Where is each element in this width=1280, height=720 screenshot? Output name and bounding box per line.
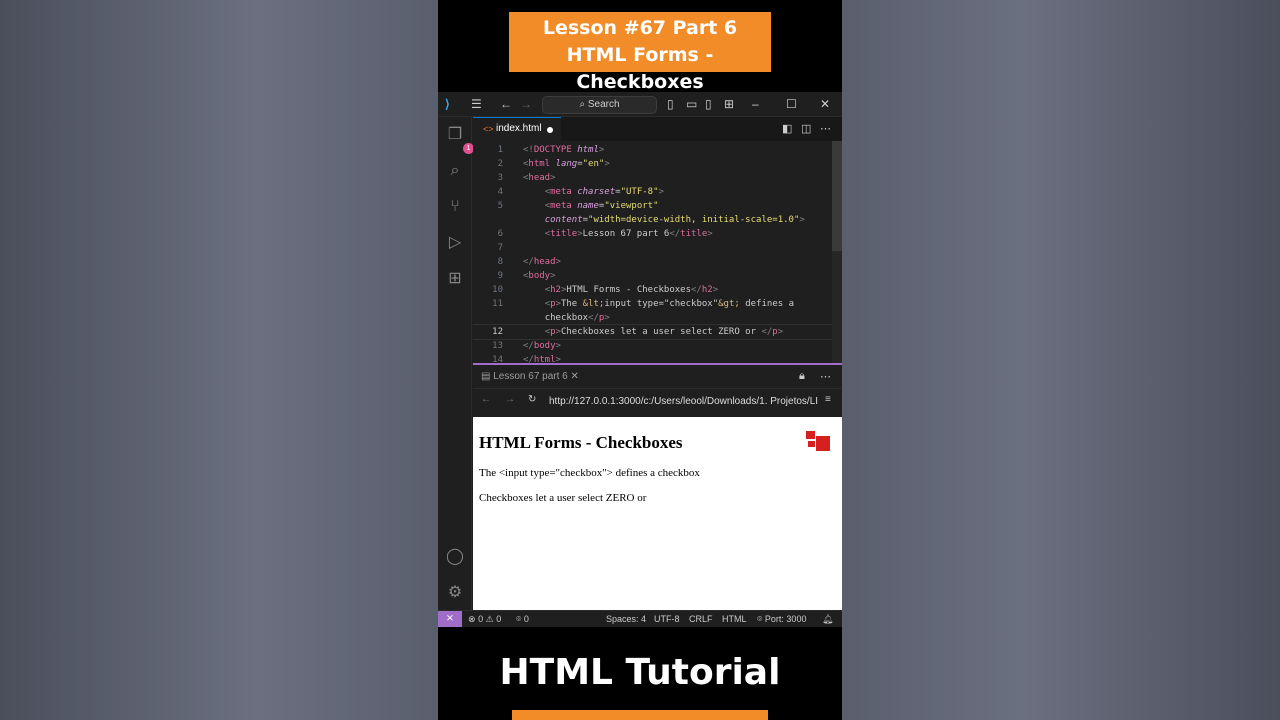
code-line: 4 <meta charset="UTF-8">	[497, 187, 664, 197]
search-label: Search	[587, 99, 620, 110]
back-arrow-icon[interactable]: ←	[481, 394, 491, 405]
preview-page: HTML Forms - Checkboxes The <input type=…	[473, 417, 842, 610]
error-icon: ⊗	[468, 614, 476, 624]
indentation-status[interactable]: Spaces: 4	[606, 611, 646, 627]
code-line: 2 <html lang="en">	[497, 159, 610, 169]
preview-tabs: ▤ Lesson 67 part 6 ✕ 🔒︎ ⋯	[473, 365, 842, 389]
search-icon: ⌕	[579, 99, 586, 110]
lesson-banner: Lesson #67 Part 6 HTML Forms - Checkboxe…	[509, 12, 771, 93]
eol-status[interactable]: CRLF	[689, 611, 713, 627]
layout-panel-icon[interactable]: ▭	[686, 97, 697, 111]
code-line: 13 </body>	[492, 341, 561, 351]
editor-tabs: <> index.html ◧ ◫ ⋯	[473, 117, 842, 141]
customize-layout-icon[interactable]: ⊞	[724, 97, 734, 111]
scroll-thumb[interactable]	[832, 141, 842, 251]
preview-url-bar: ← → ↻ http://127.0.0.1:3000/c:/Users/leo…	[473, 389, 842, 415]
command-center-search[interactable]: ⌕ Search	[542, 96, 657, 114]
editor-scrollbar[interactable]	[832, 141, 842, 363]
more-actions-icon[interactable]: ⋯	[820, 122, 831, 135]
vscode-window: ⟩ ☰ ← → ⌕ Search ▯ ▭ ▯ ⊞ – ☐ ✕ ❐ 1 ⌕ ⑂ ▷…	[438, 92, 842, 627]
bottom-accent-bar	[512, 710, 768, 720]
files-icon[interactable]: ❐ 1	[445, 125, 474, 154]
code-line: 11 <p>The &lt;input type="checkbox"&gt; …	[492, 299, 794, 309]
layout-secondary-icon[interactable]: ▯	[705, 97, 712, 111]
code-line: 3 <head>	[497, 173, 556, 183]
tab-filename: index.html	[496, 123, 542, 134]
live-server-status[interactable]: ⌾ Port: 3000	[757, 611, 806, 627]
browser-tab-icon: ▤	[481, 371, 491, 382]
broadcast-icon: ⌾	[757, 614, 763, 624]
remote-icon[interactable]: ⨯	[438, 611, 462, 627]
split-editor-icon[interactable]: ◫	[801, 122, 811, 135]
title-bar: ⟩ ☰ ← → ⌕ Search ▯ ▭ ▯ ⊞ – ☐ ✕	[438, 92, 842, 117]
code-line: 6 <title>Lesson 67 part 6</title>	[497, 229, 713, 239]
menu-icon[interactable]: ☰	[471, 97, 482, 111]
activity-bar: ❐ 1 ⌕ ⑂ ▷ ⊞ ◯ ⚙	[438, 117, 474, 610]
page-paragraph-2: Checkboxes let a user select ZERO or	[479, 492, 647, 504]
code-line: 8 </head>	[497, 257, 561, 267]
code-line: 7	[497, 243, 503, 253]
tutorial-title: HTML Tutorial	[499, 652, 781, 693]
tab-index-html[interactable]: <> index.html	[473, 117, 561, 141]
code-line-current: 12 <p>Checkboxes let a user select ZERO …	[473, 324, 842, 340]
lock-icon[interactable]: 🔒︎	[799, 370, 805, 383]
vscode-logo-icon: ⟩	[445, 97, 450, 111]
page-paragraph-1: The <input type="checkbox"> defines a ch…	[479, 467, 700, 479]
banner-line-2: HTML Forms - Checkboxes	[566, 44, 714, 93]
account-icon[interactable]: ◯	[445, 547, 465, 567]
back-arrow-icon[interactable]: ←	[500, 97, 512, 111]
maximize-icon[interactable]: ☐	[786, 97, 797, 111]
settings-gear-icon[interactable]: ⚙	[445, 583, 465, 603]
language-status[interactable]: HTML	[722, 611, 747, 627]
forward-arrow-icon[interactable]: →	[520, 97, 532, 111]
source-control-icon[interactable]: ⑂	[445, 197, 465, 217]
code-line: 1 <!DOCTYPE html>	[497, 145, 605, 155]
menu-icon[interactable]: ≡	[825, 394, 831, 405]
more-actions-icon[interactable]: ⋯	[820, 370, 831, 383]
unsaved-dot-icon	[547, 127, 553, 133]
code-editor[interactable]: 1 <!DOCTYPE html> 2 <html lang="en"> 3 <hea…	[473, 141, 842, 363]
code-line: 9 <body>	[497, 271, 556, 281]
forward-arrow-icon[interactable]: →	[505, 394, 515, 405]
search-icon[interactable]: ⌕	[445, 161, 465, 181]
preview-tab-label: Lesson 67 part 6	[493, 371, 568, 382]
live-server-logo-icon	[806, 431, 830, 451]
minimize-icon[interactable]: –	[752, 97, 759, 111]
ports-status[interactable]: ⌾ 0	[516, 611, 529, 627]
encoding-status[interactable]: UTF-8	[654, 611, 680, 627]
page-heading: HTML Forms - Checkboxes	[479, 433, 683, 452]
url-input[interactable]: http://127.0.0.1:3000/c:/Users/leool/Dow…	[549, 396, 819, 407]
warning-icon: ⚠	[485, 614, 494, 624]
html-file-icon: <>	[483, 124, 494, 134]
reload-icon[interactable]: ↻	[528, 394, 536, 405]
problems-status[interactable]: ⊗ 0 ⚠ 0	[468, 611, 501, 627]
notifications-bell-icon[interactable]: 🔔︎	[822, 611, 833, 627]
status-bar: ⨯ ⊗ 0 ⚠ 0 ⌾ 0 Spaces: 4 UTF-8 CRLF HTML …	[438, 610, 842, 627]
run-debug-icon[interactable]: ▷	[445, 233, 465, 253]
open-preview-icon[interactable]: ◧	[782, 122, 792, 135]
banner-line-1: Lesson #67 Part 6	[542, 17, 738, 39]
code-line: 14 </html>	[492, 355, 561, 363]
extensions-icon[interactable]: ⊞	[445, 269, 465, 289]
code-line: 5 <meta name="viewport"	[497, 201, 659, 211]
close-icon[interactable]: ✕	[820, 97, 830, 111]
tab-preview[interactable]: ▤ Lesson 67 part 6 ✕	[481, 371, 579, 382]
code-line: checkbox</p>	[544, 313, 610, 323]
video-frame: Lesson #67 Part 6 HTML Forms - Checkboxe…	[438, 0, 842, 720]
broadcast-icon: ⌾	[516, 614, 522, 624]
layout-sidebar-icon[interactable]: ▯	[667, 97, 674, 111]
code-line: 10 <h2>HTML Forms - Checkboxes</h2>	[492, 285, 719, 295]
code-line: content="width=device-width, initial-sca…	[544, 215, 805, 225]
close-tab-icon[interactable]: ✕	[571, 371, 579, 382]
